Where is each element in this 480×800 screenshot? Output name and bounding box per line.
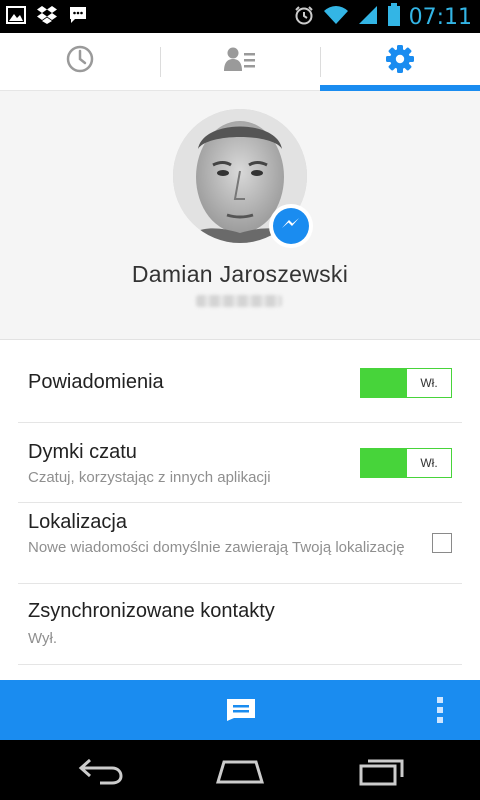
setting-subtitle: Czatuj, korzystając z innych aplikacji — [28, 469, 271, 486]
settings-list: Powiadomienia Wł. Dymki czatu Czatuj, ko… — [0, 340, 480, 680]
setting-subtitle: Nowe wiadomości domyślnie zawierają Twoj… — [28, 539, 405, 556]
status-time: 07:11 — [408, 5, 472, 30]
gallery-icon — [6, 5, 26, 30]
setting-title: Powiadomienia — [28, 371, 164, 393]
clock-icon — [66, 45, 94, 78]
messenger-badge — [269, 204, 313, 248]
setting-title: Dymki czatu — [28, 441, 137, 463]
back-icon[interactable] — [78, 756, 124, 791]
location-checkbox[interactable] — [432, 533, 452, 553]
signal-icon — [357, 4, 379, 31]
setting-subtitle: Wył. — [28, 630, 58, 647]
dropbox-icon — [36, 5, 58, 30]
bottom-action-bar — [0, 680, 480, 740]
profile-name: Damian Jaroszewski — [131, 261, 349, 287]
setting-chat-heads[interactable]: Dymki czatu Czatuj, korzystając z innych… — [18, 423, 462, 503]
notifications-toggle[interactable]: Wł. — [360, 368, 452, 398]
status-bar: 07:11 — [0, 0, 480, 33]
profile-phone-redacted — [196, 295, 282, 307]
toggle-on-fill — [361, 369, 407, 397]
setting-synced-contacts[interactable]: Zsynchronizowane kontakty Wył. — [18, 584, 462, 665]
home-icon[interactable] — [215, 756, 265, 791]
toggle-on-fill — [361, 449, 407, 477]
setting-title: Lokalizacja — [28, 511, 127, 533]
setting-location[interactable]: Lokalizacja Nowe wiadomości domyślnie za… — [18, 503, 462, 584]
tab-bar — [0, 33, 480, 91]
tab-recent[interactable] — [0, 33, 160, 90]
alarm-icon — [293, 4, 315, 31]
system-nav-bar — [0, 740, 480, 800]
wifi-icon — [323, 4, 349, 31]
toggle-label: Wł. — [407, 369, 451, 397]
battery-icon — [387, 3, 401, 32]
contacts-icon — [224, 46, 256, 77]
tab-settings[interactable] — [320, 33, 480, 91]
setting-notifications[interactable]: Powiadomienia Wł. — [18, 340, 462, 423]
recent-apps-icon[interactable] — [358, 756, 406, 791]
compose-message-icon[interactable] — [226, 698, 256, 727]
chat-bubble-icon — [68, 5, 88, 30]
chat-heads-toggle[interactable]: Wł. — [360, 448, 452, 478]
messenger-icon — [279, 212, 303, 241]
avatar-container — [173, 109, 313, 248]
tab-contacts[interactable] — [160, 33, 320, 90]
toggle-label: Wł. — [407, 449, 451, 477]
overflow-menu-icon[interactable] — [430, 695, 450, 725]
gear-icon — [386, 45, 414, 78]
profile-header: Damian Jaroszewski — [0, 91, 480, 340]
setting-title: Zsynchronizowane kontakty — [28, 600, 275, 622]
